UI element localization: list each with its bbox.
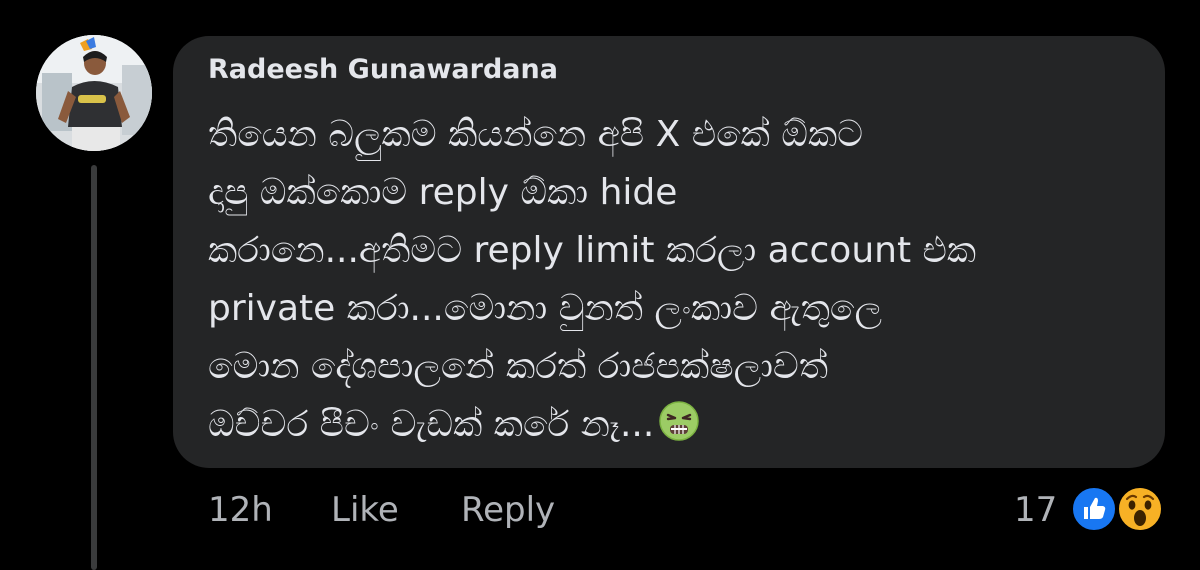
comment-line-last: ඔච්චර පීචං වැඩක් කරේ නෑ... bbox=[208, 396, 1153, 454]
comment-author[interactable]: Radeesh Gunawardana bbox=[208, 54, 558, 85]
avatar[interactable] bbox=[36, 35, 152, 151]
nauseated-face-icon bbox=[659, 401, 700, 441]
comment-timestamp[interactable]: 12h bbox=[208, 486, 273, 534]
comment-line: කරානෙ...අතිමට reply limit කරලා account එ… bbox=[208, 230, 977, 271]
wow-reaction-icon[interactable] bbox=[1116, 485, 1164, 533]
like-button[interactable]: Like bbox=[331, 486, 399, 534]
comment-text: තියෙන බලුකම කියන්නෙ අපි X එකේ ඕකට දාපු ඔ… bbox=[208, 106, 1153, 454]
reaction-count[interactable]: 17 bbox=[1014, 486, 1057, 534]
thread-line bbox=[91, 165, 97, 570]
comment-line: මොන දේශපාලනේ කරත් රාජපක්ෂලාවත් bbox=[208, 346, 829, 387]
comment-line: ඔච්චර පීචං වැඩක් කරේ නෑ... bbox=[208, 404, 655, 445]
comment-line: private කරා...මොනා වුනත් ලංකාව ඇතුලෙ bbox=[208, 288, 882, 329]
like-reaction-icon[interactable] bbox=[1070, 485, 1118, 533]
comment-bubble: Radeesh Gunawardana තියෙන බලුකම කියන්නෙ … bbox=[173, 36, 1165, 468]
avatar-photo bbox=[36, 35, 152, 151]
comment-line: තියෙන බලුකම කියන්නෙ අපි X එකේ ඕකට bbox=[208, 114, 864, 155]
comment-line: දාපු ඔක්කොම reply ඕකා hide bbox=[208, 172, 678, 213]
reply-button[interactable]: Reply bbox=[461, 486, 555, 534]
